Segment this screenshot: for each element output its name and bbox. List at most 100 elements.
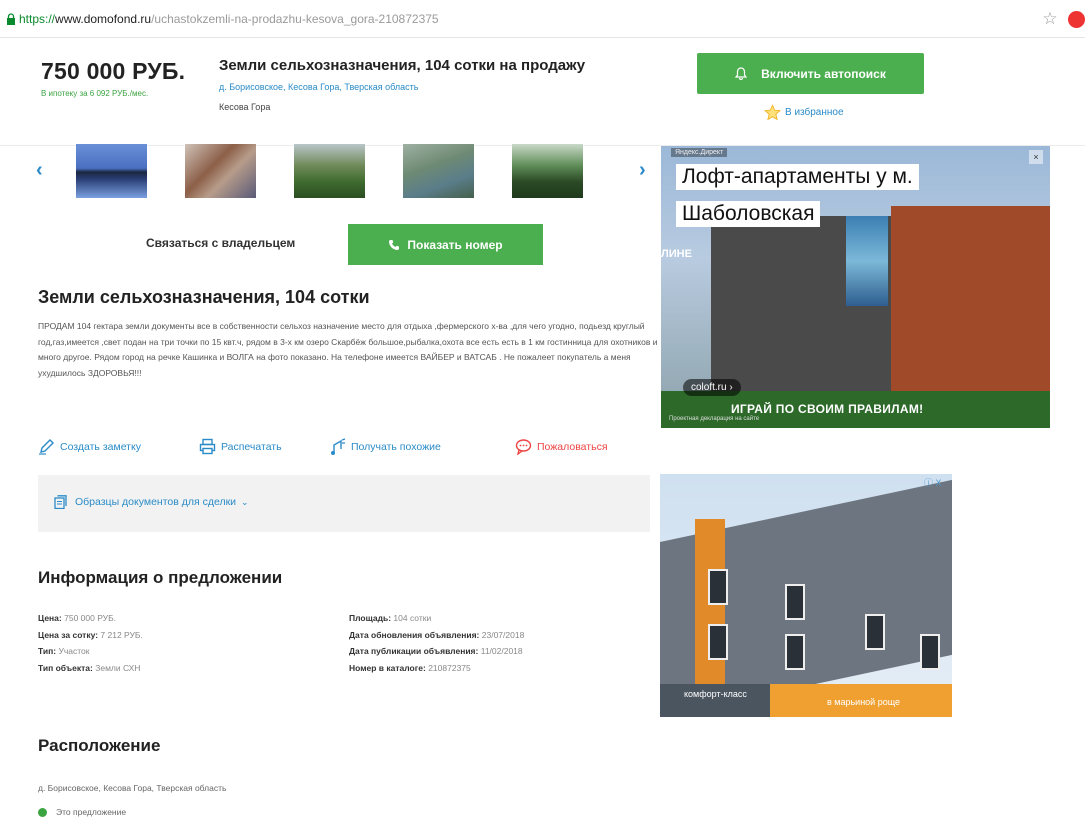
gallery-thumbnail[interactable] — [512, 144, 583, 198]
legend-label: Это предложение — [56, 807, 127, 817]
info-row: Цена за сотку: 7 212 РУБ. — [38, 627, 143, 644]
ad-headline: Лофт-апартаменты у м. — [676, 164, 919, 190]
url-scheme: https:// — [19, 12, 56, 26]
location-address: д. Борисовское, Кесова Гора, Тверская об… — [38, 783, 227, 793]
gallery-prev-button[interactable]: ‹ — [36, 160, 43, 180]
info-value: 7 212 РУБ. — [100, 629, 143, 640]
lock-icon — [7, 13, 15, 25]
ad-banner-loft[interactable]: Яндекс.Директ × Лофт-апартаменты у м. Ша… — [661, 146, 1050, 428]
ad-close-icon[interactable]: × — [1029, 150, 1043, 164]
listing-title: Земли сельхозназначения, 104 сотки — [38, 287, 370, 307]
url-host: www.domofond.ru — [55, 12, 152, 26]
get-similar-link[interactable]: Получать похожие — [329, 438, 441, 455]
info-key: Тип: — [38, 646, 57, 656]
documents-dropdown[interactable]: Образцы документов для сделки ⌄ — [54, 495, 249, 509]
contact-owner-label: Связаться с владельцем — [146, 236, 296, 250]
gallery-thumbnail[interactable] — [294, 144, 365, 198]
info-row: Цена: 750 000 РУБ. — [38, 610, 143, 627]
autosearch-label: Включить автопоиск — [761, 66, 886, 81]
create-note-label: Создать заметку — [60, 440, 141, 453]
print-label: Распечатать — [221, 440, 282, 453]
browser-url-bar: https:// www.domofond.ru /uchastokzemli-… — [0, 0, 1085, 38]
location-section-title: Расположение — [38, 736, 161, 755]
extension-icon[interactable] — [1068, 11, 1085, 28]
documents-label: Образцы документов для сделки — [75, 496, 237, 508]
listing-header: 750 000 РУБ. В ипотеку за 6 092 РУБ./мес… — [0, 38, 1085, 146]
show-phone-button[interactable]: Показать номер — [348, 224, 543, 265]
info-row: Площадь: 104 сотки — [349, 610, 524, 627]
mortgage-link[interactable]: В ипотеку за 6 092 РУБ./мес. — [41, 89, 148, 98]
ad-info-close-icon[interactable]: ⓘ X — [924, 476, 942, 489]
documents-panel: Образцы документов для сделки ⌄ — [38, 475, 650, 532]
ad-window — [708, 624, 728, 660]
info-key: Тип объекта: — [38, 662, 93, 673]
info-value: Земли СХН — [95, 662, 141, 673]
info-column-right: Площадь: 104 сотки Дата обновления объяв… — [349, 610, 524, 676]
ad-side-text: ЛИНЕ — [661, 248, 692, 260]
favorites-label: В избранное — [785, 107, 844, 118]
info-value: 210872375 — [428, 662, 471, 673]
green-dot-icon — [38, 807, 47, 817]
ad-window — [865, 614, 885, 650]
info-column-left: Цена: 750 000 РУБ. Цена за сотку: 7 212 … — [38, 610, 143, 676]
listing-description: ПРОДАМ 104 гектара земли документы все в… — [38, 321, 658, 378]
chevron-down-icon: ⌄ — [241, 496, 249, 507]
info-row: Номер в каталоге: 210872375 — [349, 660, 524, 677]
print-link[interactable]: Распечатать — [199, 438, 282, 455]
ad-text: в марьиной роще — [827, 697, 901, 707]
create-note-link[interactable]: Создать заметку — [38, 438, 141, 455]
speech-bubble-icon — [515, 439, 532, 455]
listing-actions: Создать заметку Распечатать Получать пох… — [38, 438, 658, 456]
ad-window — [920, 634, 940, 670]
info-key: Дата публикации объявления: — [349, 646, 479, 656]
ad-badge: Яндекс.Директ — [671, 148, 728, 157]
ad-domain-pill[interactable]: coloft.ru › — [683, 379, 741, 396]
phone-icon — [389, 239, 400, 250]
info-row: Тип: Участок — [38, 643, 143, 660]
show-phone-label: Показать номер — [407, 237, 503, 252]
bell-icon — [735, 67, 748, 80]
complain-label: Пожаловаться — [537, 440, 608, 453]
info-key: Цена за сотку: — [38, 629, 99, 640]
ad-text: комфорт-класс — [684, 689, 747, 699]
gallery-thumbnail[interactable] — [185, 144, 256, 198]
subscribe-icon — [331, 438, 346, 455]
info-key: Площадь: — [349, 613, 392, 623]
gallery-thumbnail[interactable] — [76, 144, 147, 198]
favorites-link[interactable]: В избранное — [764, 104, 844, 121]
pencil-icon — [39, 439, 54, 455]
get-similar-label: Получать похожие — [351, 440, 441, 453]
price: 750 000 РУБ. — [41, 58, 186, 84]
ad-mural-image — [846, 216, 888, 306]
bookmark-star-icon[interactable]: ☆ — [1040, 9, 1060, 29]
ad-headline: Шаболовская — [676, 201, 821, 227]
ad-banner-comfort[interactable]: комфорт-класс в марьиной роще ⓘ X — [660, 474, 952, 717]
info-section-title: Информация о предложении — [38, 568, 283, 587]
document-icon — [54, 495, 67, 509]
photo-gallery: ‹ › — [36, 144, 656, 204]
autosearch-button[interactable]: Включить автопоиск — [697, 53, 924, 94]
ad-disclaimer: Проектная декларация на сайте — [669, 416, 760, 422]
address-field[interactable]: https:// www.domofond.ru /uchastokzemli-… — [6, 8, 1006, 30]
ad-window — [708, 569, 728, 605]
star-icon — [764, 104, 781, 121]
url-path: /uchastokzemli-na-prodazhu-kesova_gora-2… — [151, 12, 439, 26]
info-row: Дата обновления объявления: 23/07/2018 — [349, 627, 524, 644]
info-value: 23/07/2018 — [481, 629, 525, 640]
info-key: Цена: — [38, 613, 62, 623]
gallery-next-button[interactable]: › — [639, 160, 646, 180]
ad-slogan: ИГРАЙ ПО СВОИМ ПРАВИЛАМ! — [731, 402, 924, 416]
complain-link[interactable]: Пожаловаться — [515, 438, 608, 455]
ad-window — [785, 584, 805, 620]
info-row: Дата публикации объявления: 11/02/2018 — [349, 643, 524, 660]
header-address-link[interactable]: д. Борисовское, Кесова Гора, Тверская об… — [219, 82, 419, 92]
info-value: 104 сотки — [393, 613, 432, 623]
header-place: Кесова Гора — [219, 102, 271, 112]
info-key: Номер в каталоге: — [349, 662, 426, 673]
header-title: Земли сельхозназначения, 104 сотки на пр… — [219, 57, 586, 74]
info-value: 750 000 РУБ. — [64, 613, 117, 623]
map-legend: Это предложение — [38, 807, 126, 817]
info-value: 11/02/2018 — [480, 646, 523, 656]
gallery-thumbnail[interactable] — [403, 144, 474, 198]
info-key: Дата обновления объявления: — [349, 629, 480, 640]
